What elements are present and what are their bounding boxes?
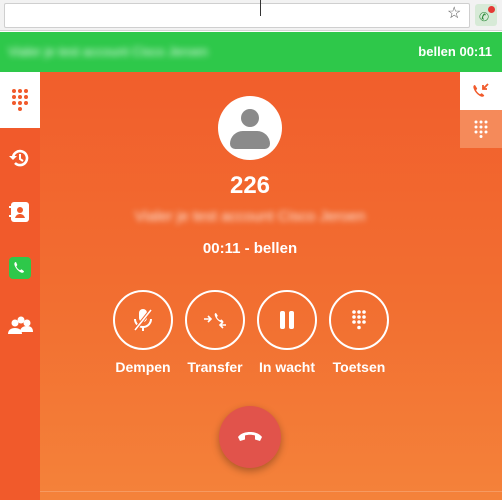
caller-avatar bbox=[218, 96, 282, 160]
dialpad-icon bbox=[474, 120, 488, 138]
caller-number: 226 bbox=[229, 172, 271, 199]
mute-label: Dempen bbox=[115, 359, 171, 375]
incoming-call-icon bbox=[473, 83, 489, 97]
call-status-bar: Vialer je test account Cisco Jeroen bell… bbox=[0, 32, 502, 72]
call-timer-status: 00:11 - bellen bbox=[202, 240, 298, 257]
address-bar[interactable] bbox=[4, 3, 470, 28]
hold-label: In wacht bbox=[258, 359, 315, 375]
avatar-body bbox=[230, 131, 270, 149]
caller-contact-name: Vialer je test account Cisco Jeroen bbox=[134, 208, 366, 225]
sidebar-item-dialpad[interactable] bbox=[0, 72, 40, 128]
panel-divider bbox=[40, 491, 502, 492]
call-controls: Dempen Transfer In wacht Toetsen bbox=[112, 290, 392, 380]
text-cursor bbox=[259, 0, 263, 16]
call-status-text: bellen 00:11 bbox=[418, 44, 492, 59]
dialpad-icon bbox=[352, 310, 366, 330]
colleagues-icon bbox=[8, 316, 33, 334]
recent-calls-icon bbox=[9, 149, 29, 167]
browser-toolbar: ☆ ✆ bbox=[0, 0, 502, 31]
tab-dialpad[interactable] bbox=[460, 110, 502, 148]
transfer-button[interactable] bbox=[185, 290, 245, 350]
microphone-off-icon bbox=[133, 308, 153, 332]
sidebar-item-recent[interactable] bbox=[0, 130, 40, 186]
transfer-label: Transfer bbox=[187, 359, 243, 375]
keypad-control: Toetsen bbox=[328, 290, 390, 375]
pause-icon bbox=[280, 311, 294, 329]
keypad-button[interactable] bbox=[329, 290, 389, 350]
hold-control: In wacht bbox=[256, 290, 318, 375]
phone-icon bbox=[9, 257, 31, 279]
vialer-popup: Vialer je test account Cisco Jeroen bell… bbox=[0, 32, 502, 500]
sidebar-item-contacts[interactable] bbox=[0, 184, 40, 240]
keypad-label: Toetsen bbox=[332, 359, 386, 375]
dialpad-icon bbox=[12, 89, 28, 111]
hang-up-icon bbox=[238, 432, 262, 441]
hang-up-button[interactable] bbox=[219, 406, 281, 468]
account-name: Vialer je test account Cisco Jeroen bbox=[8, 44, 208, 59]
star-icon[interactable]: ☆ bbox=[447, 5, 461, 23]
extension-phone-icon: ✆ bbox=[479, 10, 490, 24]
call-tabs bbox=[460, 72, 502, 148]
sidebar-item-colleagues[interactable] bbox=[0, 298, 40, 354]
sidebar bbox=[0, 72, 40, 500]
avatar-head bbox=[241, 109, 259, 127]
hold-button[interactable] bbox=[257, 290, 317, 350]
mute-control: Dempen bbox=[112, 290, 174, 375]
call-panel: 226 Vialer je test account Cisco Jeroen … bbox=[40, 72, 502, 500]
transfer-control: Transfer bbox=[184, 290, 246, 375]
transfer-call-icon bbox=[204, 313, 226, 329]
mute-button[interactable] bbox=[113, 290, 173, 350]
sidebar-item-phone[interactable] bbox=[0, 240, 40, 296]
contacts-icon bbox=[9, 202, 29, 222]
tab-active-call[interactable] bbox=[460, 72, 502, 110]
phone-extension-icon[interactable]: ✆ bbox=[475, 4, 497, 26]
notification-dot bbox=[488, 6, 495, 13]
